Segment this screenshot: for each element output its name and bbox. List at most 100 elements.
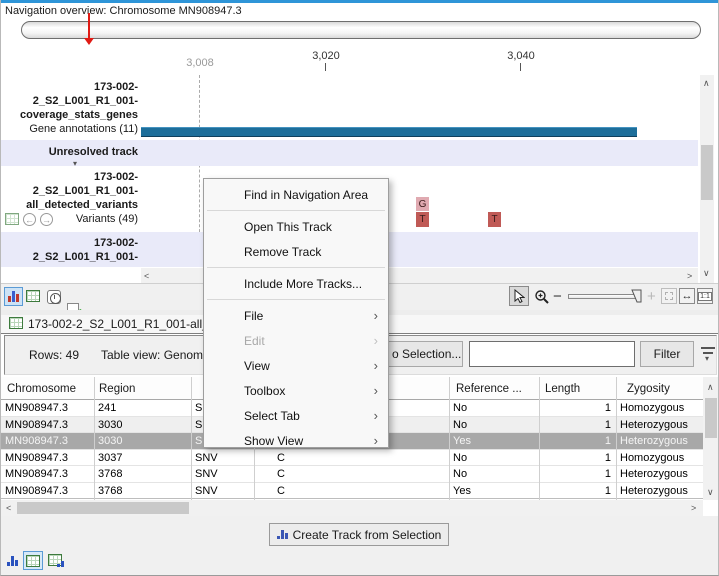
gene-annotation-bar[interactable] xyxy=(141,127,637,137)
menu-label: Find in Navigation Area xyxy=(244,188,368,202)
table-scroll-right-icon[interactable]: > xyxy=(691,503,696,513)
history-clock-icon[interactable] xyxy=(47,290,61,304)
menu-label: Open This Track xyxy=(244,220,332,234)
menu-item-find-in-navigation-area[interactable]: Find in Navigation Area xyxy=(204,182,388,207)
unresolved-track-label[interactable]: Unresolved track xyxy=(1,146,138,159)
chart-view-mode-icon[interactable] xyxy=(7,556,18,566)
menu-item-view[interactable]: View › xyxy=(204,353,388,378)
table-tab-label[interactable]: 173-002-2_S2_L001_R1_001-all_... xyxy=(28,317,219,331)
navigation-overview-slider[interactable] xyxy=(21,21,701,39)
column-divider[interactable] xyxy=(539,377,540,500)
column-divider[interactable] xyxy=(616,377,617,500)
cell-reference: C xyxy=(277,468,285,480)
menu-item-open-this-track[interactable]: Open This Track xyxy=(204,214,388,239)
table-view-mode-selected-icon[interactable] xyxy=(23,551,43,570)
menu-separator xyxy=(207,210,385,211)
variant-call-t2[interactable]: T xyxy=(488,212,501,227)
scroll-right-icon[interactable]: > xyxy=(687,271,692,281)
filter-button[interactable]: Filter xyxy=(640,341,694,367)
cursor-tool-button[interactable] xyxy=(509,286,529,306)
cell-length: 1 xyxy=(541,468,611,480)
column-divider[interactable] xyxy=(94,377,95,500)
track-variants-name-line1[interactable]: 173-002- xyxy=(1,171,138,184)
table-scroll-down-icon[interactable]: ∨ xyxy=(707,487,714,497)
cell-chromosome: MN908947.3 xyxy=(5,485,68,497)
zoom-slider-handle[interactable] xyxy=(631,289,642,308)
advanced-filter-icon[interactable] xyxy=(701,347,715,349)
scroll-down-icon[interactable]: ∨ xyxy=(703,268,710,278)
column-header-zygosity[interactable]: Zygosity xyxy=(627,383,670,395)
cell-zygosity: Homozygous xyxy=(620,402,684,414)
table-view-label: Table view: Genome xyxy=(101,348,210,362)
table-scroll-left-icon[interactable]: < xyxy=(6,503,11,513)
cell-region: 3768 xyxy=(98,485,122,497)
back-arrow-glyph: ← xyxy=(25,215,34,225)
track-view-mode-icon[interactable] xyxy=(4,287,23,306)
track-table-overlay-icon[interactable] xyxy=(5,213,19,225)
menu-item-include-more-tracks[interactable]: Include More Tracks... xyxy=(204,271,388,296)
track-coverage-subtitle: Gene annotations (11) xyxy=(1,123,138,136)
cell-reference-allele: No xyxy=(453,402,467,414)
menu-label: Remove Track xyxy=(244,245,321,259)
position-marker-arrow-icon xyxy=(84,38,94,45)
column-divider[interactable] xyxy=(449,377,450,500)
track-coverage-name-line2[interactable]: 2_S2_L001_R1_001- xyxy=(1,95,138,108)
track-coverage-name-line3[interactable]: coverage_stats_genes xyxy=(1,109,138,122)
menu-item-file[interactable]: File› xyxy=(204,303,388,328)
zoom-selection-button[interactable] xyxy=(661,288,677,304)
table-chart-view-icon[interactable] xyxy=(48,554,62,566)
prev-variant-icon[interactable]: ← xyxy=(23,213,36,226)
table-view-mode-icon[interactable] xyxy=(26,290,40,302)
magnifier-plus-icon xyxy=(534,289,550,305)
next-variant-icon[interactable]: → xyxy=(40,213,53,226)
variant-call-t1[interactable]: T xyxy=(416,212,429,227)
table-grid-glyph xyxy=(26,290,40,302)
track-variants-name-line3[interactable]: all_detected_variants xyxy=(1,199,138,212)
filter-search-input[interactable] xyxy=(469,341,635,367)
position-marker-line[interactable] xyxy=(88,13,90,39)
slider-handle-icon xyxy=(631,289,642,303)
track-variants-name-line2[interactable]: 2_S2_L001_R1_001- xyxy=(1,185,138,198)
cell-region: 3030 xyxy=(98,419,122,431)
create-track-from-selection-button[interactable]: Create Track from Selection xyxy=(269,523,449,546)
table-scroll-up-icon[interactable]: ∧ xyxy=(707,382,714,392)
menu-item-select-tab[interactable]: Select Tab› xyxy=(204,403,388,428)
fit-width-button[interactable]: ↔ xyxy=(679,288,695,304)
column-header-chromosome[interactable]: Chromosome xyxy=(7,383,76,395)
mini-bars-glyph xyxy=(7,556,18,566)
table-scrollbar-thumb[interactable] xyxy=(705,398,717,438)
cell-length: 1 xyxy=(541,435,611,447)
table-hscrollbar-thumb[interactable] xyxy=(17,502,189,514)
submenu-arrow-icon: › xyxy=(374,358,378,373)
column-header-reference[interactable]: Reference ... xyxy=(456,383,522,395)
menu-label: View xyxy=(244,359,270,373)
track-coverage-name-line1[interactable]: 173-002- xyxy=(1,81,138,94)
column-header-region[interactable]: Region xyxy=(99,383,135,395)
zoom-slider-track[interactable] xyxy=(568,294,640,299)
submenu-arrow-icon: › xyxy=(374,308,378,323)
variant-call-g[interactable]: G xyxy=(416,197,429,211)
menu-label: Edit xyxy=(244,334,265,348)
zoom-100-button[interactable]: 1:1 xyxy=(697,288,713,304)
cell-region: 3768 xyxy=(98,468,122,480)
track-partial-name-line1[interactable]: 173-002- xyxy=(1,237,138,250)
zoom-in-button[interactable]: + xyxy=(647,288,656,305)
zoom-out-button[interactable]: − xyxy=(553,288,562,305)
table-row[interactable]: MN908947.3 3768 SNV C No 1 Heterozygous xyxy=(1,466,703,483)
table-row[interactable]: MN908947.3 3768 SNV C Yes 1 Heterozygous xyxy=(1,483,703,500)
table-vertical-scrollbar[interactable] xyxy=(703,377,719,500)
filter-to-selection-button[interactable]: o Selection... xyxy=(387,341,463,367)
zoom-tool-button[interactable] xyxy=(532,287,551,306)
column-divider[interactable] xyxy=(191,377,192,500)
column-header-length[interactable]: Length xyxy=(545,383,580,395)
track-partial-name-line2[interactable]: 2_S2_L001_R1_001- xyxy=(1,251,138,264)
cell-type: SNV xyxy=(195,485,218,497)
scroll-up-icon[interactable]: ∧ xyxy=(703,78,710,88)
track-scrollbar-thumb[interactable] xyxy=(701,145,713,200)
rows-count-label: Rows: 49 xyxy=(29,348,79,362)
menu-item-remove-track[interactable]: Remove Track xyxy=(204,239,388,264)
menu-item-show-view[interactable]: Show View› xyxy=(204,428,388,453)
cell-reference-allele: No xyxy=(453,452,467,464)
menu-item-toolbox[interactable]: Toolbox› xyxy=(204,378,388,403)
scroll-left-icon[interactable]: < xyxy=(144,271,149,281)
